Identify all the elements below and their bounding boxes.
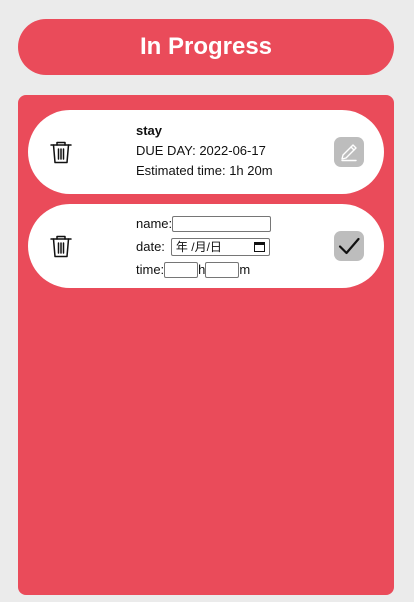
time-label: time:: [136, 262, 165, 277]
date-row: date: 年 /月/日: [136, 235, 271, 258]
trash-icon[interactable]: [48, 139, 74, 165]
name-label: name:: [136, 216, 173, 231]
page-title: In Progress: [139, 33, 273, 60]
new-task-form: name: date: 年 /月/日 time: h m: [136, 212, 272, 281]
date-input[interactable]: 年 /月/日: [170, 237, 270, 256]
hours-input[interactable]: [164, 261, 199, 278]
trash-icon[interactable]: [48, 233, 74, 259]
task-card: stay DUE DAY: 2022-06-17 Estimated time:…: [28, 110, 384, 194]
hours-unit: h: [198, 262, 206, 277]
task-estimate: Estimated time: 1h 20m: [136, 163, 273, 178]
name-input[interactable]: [172, 215, 272, 232]
date-placeholder: 年 /月/日: [175, 240, 222, 254]
time-row: time: h m: [136, 258, 271, 281]
minutes-input[interactable]: [205, 261, 240, 278]
checkmark-icon: [338, 237, 360, 255]
date-label: date:: [136, 239, 165, 254]
calendar-icon[interactable]: [253, 241, 265, 252]
task-due-date: DUE DAY: 2022-06-17: [136, 143, 266, 158]
confirm-task-button[interactable]: [334, 231, 364, 261]
minutes-unit: m: [239, 262, 251, 277]
new-task-card: name: date: 年 /月/日 time: h m: [28, 204, 384, 288]
edit-task-button[interactable]: [334, 137, 364, 167]
task-name: stay: [136, 123, 163, 138]
name-row: name:: [136, 212, 272, 235]
in-progress-panel: stay DUE DAY: 2022-06-17 Estimated time:…: [18, 95, 394, 595]
pencil-icon: [341, 144, 357, 162]
page-header: In Progress: [18, 19, 394, 75]
task-info: stay DUE DAY: 2022-06-17 Estimated time:…: [136, 122, 273, 182]
